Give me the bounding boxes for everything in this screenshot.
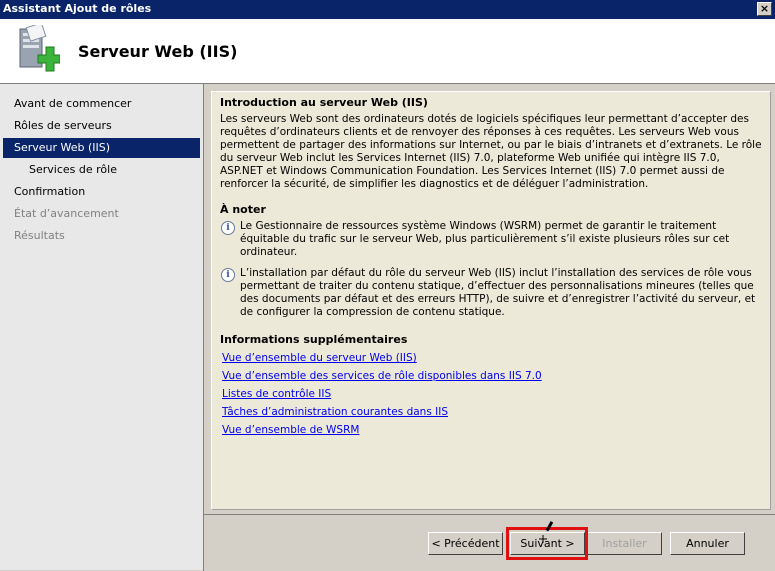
nav-item-resultats: Résultats — [14, 229, 65, 242]
note-item: i L’installation par défaut du rôle du s… — [220, 267, 762, 319]
note-item: i Le Gestionnaire de ressources système … — [220, 220, 762, 259]
install-button: Installer — [587, 532, 662, 555]
cursor-icon — [539, 521, 554, 543]
window-titlebar: Assistant Ajout de rôles × — [0, 0, 775, 19]
nav-item-confirmation[interactable]: Confirmation — [3, 182, 200, 202]
link-iis-checklists[interactable]: Listes de contrôle IIS — [222, 388, 762, 401]
previous-button[interactable]: < Précédent — [428, 532, 503, 555]
info-icon: i — [221, 221, 235, 235]
note-heading: À noter — [220, 203, 266, 216]
link-wsrm-overview[interactable]: Vue d’ensemble de WSRM — [222, 424, 762, 437]
info-heading: Informations supplémentaires — [220, 333, 408, 346]
window-title: Assistant Ajout de rôles — [3, 2, 152, 15]
nav-item-services-de-role[interactable]: Services de rôle — [3, 160, 200, 180]
server-add-icon — [19, 25, 60, 72]
nav-item-etat-avancement: État d’avancement — [14, 207, 119, 220]
wizard-footer: < Précédent Suivant > Installer Annuler — [203, 514, 775, 571]
nav-item-serveur-web[interactable]: Serveur Web (IIS) — [3, 138, 200, 158]
nav-item-roles-de-serveurs[interactable]: Rôles de serveurs — [3, 116, 200, 136]
cancel-button[interactable]: Annuler — [670, 532, 745, 555]
content-panel: Introduction au serveur Web (IIS) Les se… — [211, 91, 771, 510]
page-title: Serveur Web (IIS) — [78, 42, 238, 61]
content-area: Introduction au serveur Web (IIS) Les se… — [203, 84, 775, 514]
intro-text: Les serveurs Web sont des ordinateurs do… — [220, 113, 762, 190]
wizard-nav: Avant de commencer Rôles de serveurs Ser… — [0, 84, 203, 570]
intro-heading: Introduction au serveur Web (IIS) — [220, 96, 428, 109]
note-text: L’installation par défaut du rôle du ser… — [240, 267, 756, 318]
nav-item-avant-de-commencer[interactable]: Avant de commencer — [3, 94, 200, 114]
link-role-services-overview[interactable]: Vue d’ensemble des services de rôle disp… — [222, 370, 762, 383]
info-icon: i — [221, 268, 235, 282]
note-text: Le Gestionnaire de ressources système Wi… — [240, 220, 730, 258]
link-iis-overview[interactable]: Vue d’ensemble du serveur Web (IIS) — [222, 352, 762, 365]
wizard-header: Serveur Web (IIS) — [0, 19, 775, 84]
link-iis-admin-tasks[interactable]: Tâches d’administration courantes dans I… — [222, 406, 762, 419]
info-links: Vue d’ensemble du serveur Web (IIS) Vue … — [220, 352, 762, 437]
close-button[interactable]: × — [757, 2, 772, 16]
